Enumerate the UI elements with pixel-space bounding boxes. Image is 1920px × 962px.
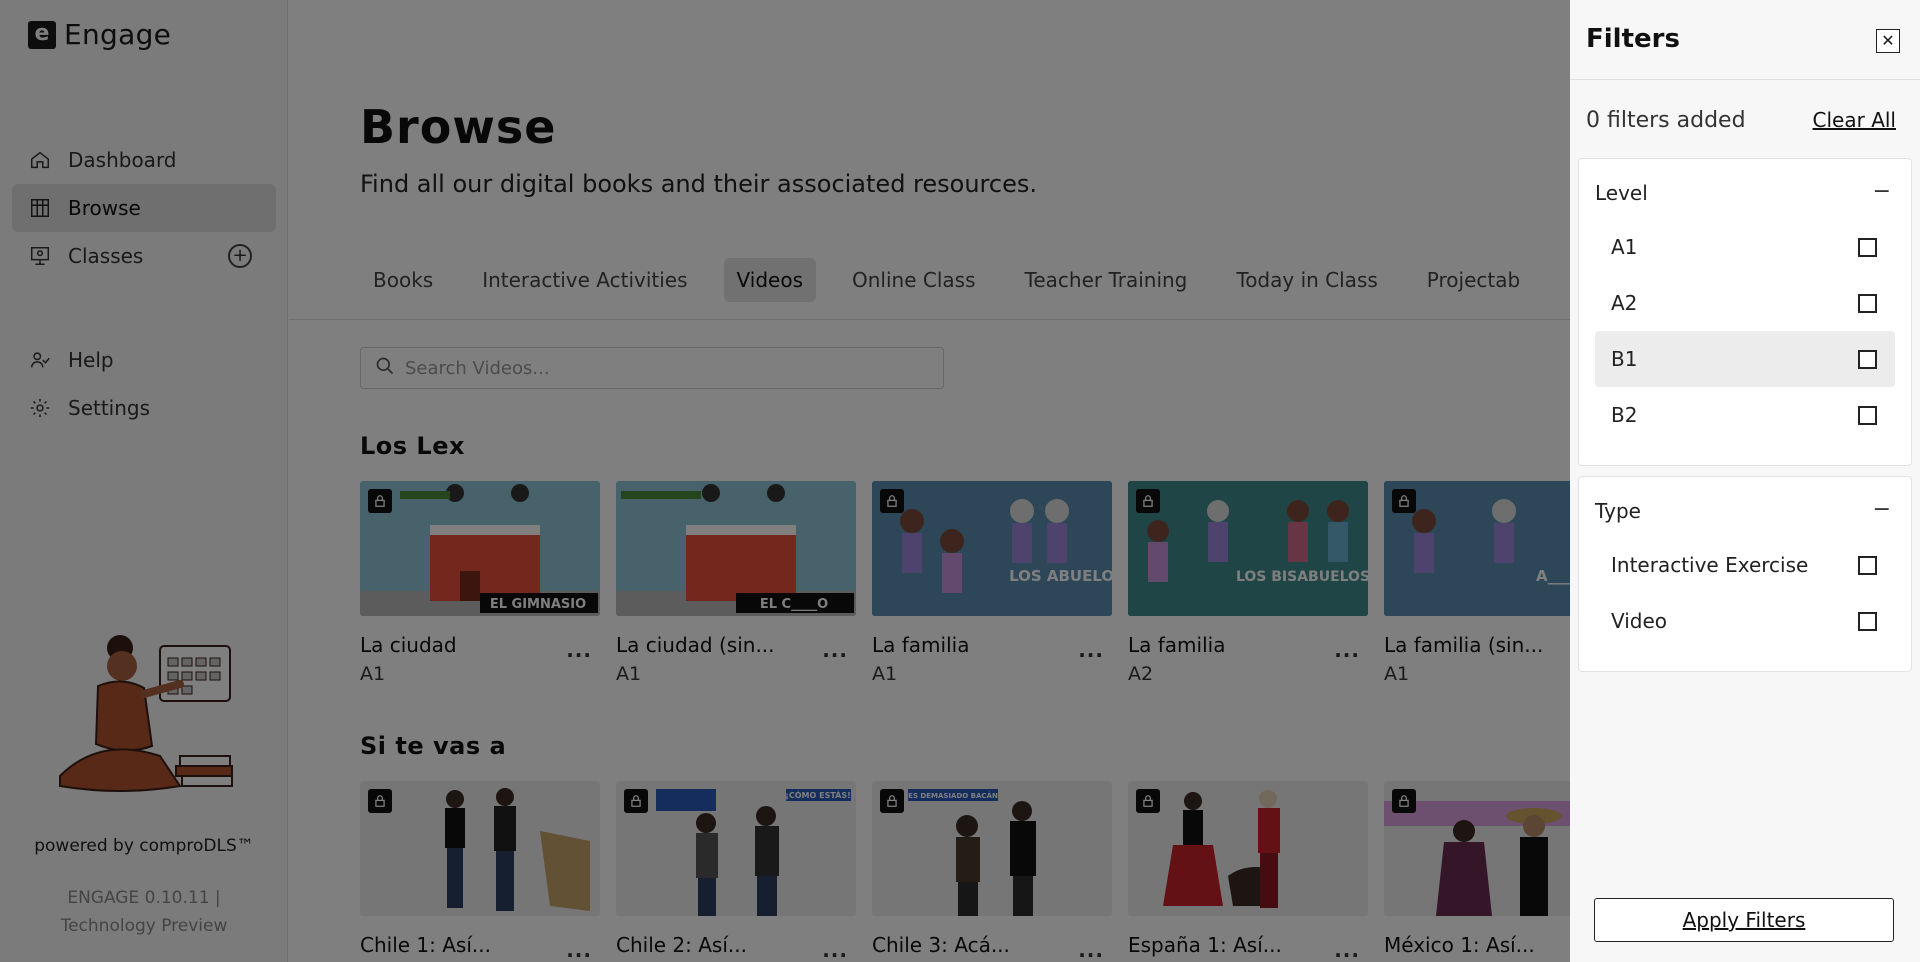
filter-option-label: A1 bbox=[1611, 235, 1638, 259]
checkbox[interactable] bbox=[1858, 238, 1877, 257]
filter-option-label: B2 bbox=[1611, 403, 1638, 427]
filter-option-b2[interactable]: B2 bbox=[1595, 387, 1895, 443]
modal-backdrop[interactable] bbox=[0, 0, 1570, 962]
filter-option-b1[interactable]: B1 bbox=[1595, 331, 1895, 387]
filter-option-label: B1 bbox=[1611, 347, 1638, 371]
checkbox[interactable] bbox=[1858, 612, 1877, 631]
filter-option-label: Video bbox=[1611, 609, 1668, 633]
checkbox[interactable] bbox=[1858, 556, 1877, 575]
collapse-icon[interactable]: − bbox=[1873, 497, 1891, 522]
filter-option-a1[interactable]: A1 bbox=[1595, 219, 1895, 275]
checkbox[interactable] bbox=[1858, 294, 1877, 313]
filters-title: Filters bbox=[1586, 24, 1680, 54]
filters-count: 0 filters added bbox=[1586, 108, 1746, 133]
filter-option-interactive-exercise[interactable]: Interactive Exercise bbox=[1595, 537, 1895, 593]
filter-group-level: Level − A1 A2 B1 B2 bbox=[1578, 158, 1912, 466]
filter-option-label: A2 bbox=[1611, 291, 1638, 315]
close-icon[interactable]: ✕ bbox=[1876, 29, 1900, 53]
filters-panel: Filters ✕ 0 filters added Clear All Leve… bbox=[1570, 0, 1920, 962]
checkbox[interactable] bbox=[1858, 406, 1877, 425]
clear-all-link[interactable]: Clear All bbox=[1813, 108, 1896, 132]
apply-filters-button[interactable]: Apply Filters bbox=[1594, 898, 1894, 942]
filter-group-title: Type bbox=[1595, 499, 1641, 523]
collapse-icon[interactable]: − bbox=[1873, 179, 1891, 204]
filter-group-title: Level bbox=[1595, 181, 1648, 205]
checkbox[interactable] bbox=[1858, 350, 1877, 369]
filter-option-a2[interactable]: A2 bbox=[1595, 275, 1895, 331]
filter-option-label: Interactive Exercise bbox=[1611, 553, 1809, 577]
filter-option-video[interactable]: Video bbox=[1595, 593, 1895, 649]
filters-header: Filters ✕ bbox=[1570, 0, 1920, 80]
filter-group-type: Type − Interactive Exercise Video bbox=[1578, 476, 1912, 672]
